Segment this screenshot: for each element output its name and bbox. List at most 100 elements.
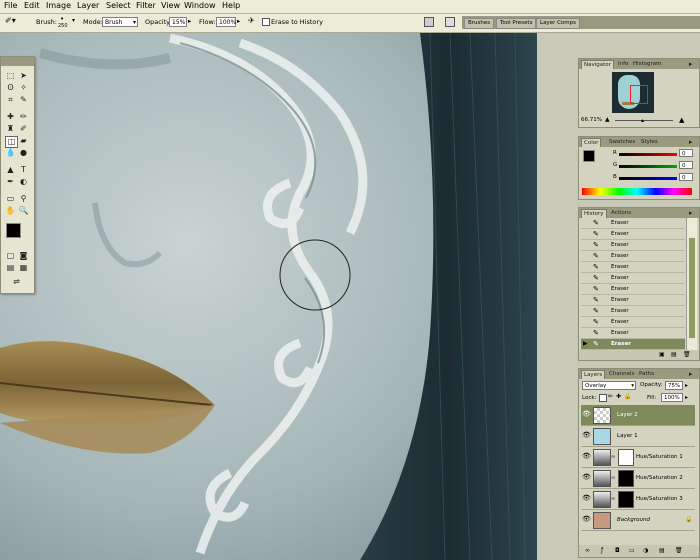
blur-tool-icon[interactable]: 💧 — [5, 148, 16, 158]
menu-layer[interactable]: Layer — [77, 1, 99, 10]
layer-row[interactable]: 👁 ∞ Hue/Saturation 3 — [581, 489, 695, 510]
jump-to-imageready-icon[interactable]: ⇌ — [11, 277, 22, 287]
tab-history[interactable]: History — [581, 209, 607, 218]
history-item[interactable]: ✎ Eraser — [581, 218, 685, 229]
blend-mode-select[interactable]: Overlay ▾ — [582, 381, 636, 390]
tab-navigator[interactable]: Navigator — [581, 60, 614, 69]
blue-value[interactable]: 0 — [679, 173, 693, 181]
layer-row[interactable]: 👁 ∞ Hue/Saturation 2 — [581, 468, 695, 489]
tab-actions[interactable]: Actions — [609, 209, 633, 217]
menu-view[interactable]: View — [161, 1, 180, 10]
menu-help[interactable]: Help — [222, 1, 240, 10]
fill-field[interactable]: 100% — [661, 393, 683, 402]
tab-color[interactable]: Color — [581, 138, 602, 147]
navigator-thumbnail[interactable] — [612, 72, 654, 113]
new-set-icon[interactable]: ▭ — [629, 545, 635, 557]
tab-styles[interactable]: Styles — [639, 138, 660, 146]
file-browser-icon[interactable] — [445, 17, 455, 27]
panel-menu-icon[interactable]: ▸ — [687, 209, 695, 217]
lock-brush-icon[interactable]: ✏ — [608, 393, 613, 400]
history-item[interactable]: ✎ Eraser — [581, 295, 685, 306]
history-item[interactable]: ✎ Eraser — [581, 240, 685, 251]
lock-transparency-icon[interactable] — [599, 394, 607, 402]
well-tab-tool-presets[interactable]: Tool Presets — [496, 18, 537, 29]
notes-tool-icon[interactable]: ▭ — [5, 194, 16, 204]
panel-menu-icon[interactable]: ▸ — [687, 370, 695, 378]
zoom-slider-thumb[interactable]: ▴ — [641, 117, 644, 124]
foreground-color-swatch[interactable] — [583, 150, 595, 162]
path-selection-icon[interactable]: ▲ — [5, 165, 16, 175]
history-item-current[interactable]: ▶ ✎ Eraser — [581, 339, 685, 350]
well-tab-layer-comps[interactable]: Layer Comps — [536, 18, 581, 29]
history-item[interactable]: ✎ Eraser — [581, 306, 685, 317]
new-document-icon[interactable]: ▤ — [671, 350, 677, 360]
menu-image[interactable]: Image — [46, 1, 71, 10]
history-item[interactable]: ✎ Eraser — [581, 262, 685, 273]
tab-layers[interactable]: Layers — [581, 370, 606, 379]
history-item[interactable]: ✎ Eraser — [581, 284, 685, 295]
new-snapshot-icon[interactable]: ▣ — [659, 350, 665, 360]
history-item[interactable]: ✎ Eraser — [581, 317, 685, 328]
dodge-tool-icon[interactable]: ● — [18, 148, 29, 158]
layer-opacity-field[interactable]: 75% — [665, 381, 683, 390]
history-item[interactable]: ✎ Eraser — [581, 229, 685, 240]
standard-mode-icon[interactable]: ▢ — [5, 251, 16, 261]
chevron-right-icon[interactable]: ▸ — [188, 17, 191, 25]
panel-menu-icon[interactable]: ▸ — [687, 60, 695, 68]
layer-row[interactable]: 👁 ∞ Hue/Saturation 1 — [581, 447, 695, 468]
chevron-down-icon[interactable]: ▾ — [72, 17, 75, 24]
move-tool-icon[interactable]: ➤ — [18, 71, 29, 81]
shape-tool-icon[interactable]: ◐ — [18, 177, 29, 187]
image-canvas[interactable] — [0, 33, 537, 560]
stamp-tool-icon[interactable]: ♜ — [5, 124, 16, 134]
flow-field[interactable]: 100% — [216, 17, 236, 27]
new-layer-icon[interactable]: ▤ — [659, 545, 665, 557]
color-ramp[interactable] — [582, 188, 692, 195]
eraser-tool-icon[interactable]: ✐▾ — [5, 16, 16, 25]
lock-all-icon[interactable]: 🔒 — [624, 393, 631, 400]
slice-tool-icon[interactable]: ✎ — [18, 95, 29, 105]
magic-wand-tool-icon[interactable]: ✧ — [18, 83, 29, 93]
layer-row[interactable]: 👁 Layer 1 — [581, 426, 695, 447]
quick-mask-icon[interactable]: ◙ — [18, 251, 29, 261]
erase-to-history-checkbox[interactable] — [262, 18, 270, 26]
hand-tool-icon[interactable]: ✋ — [5, 206, 16, 216]
layer-row-selected[interactable]: 👁 Layer 2 — [581, 405, 695, 426]
view-box[interactable] — [630, 85, 648, 104]
red-value[interactable]: 0 — [679, 149, 693, 157]
gradient-tool-icon[interactable]: ▰ — [18, 136, 29, 146]
opacity-field[interactable]: 15% — [169, 17, 187, 27]
zoom-tool-icon[interactable]: 🔍 — [18, 206, 29, 216]
history-scrollbar[interactable] — [686, 218, 697, 350]
lock-move-icon[interactable]: ✚ — [616, 393, 621, 400]
history-item[interactable]: ✎ Eraser — [581, 251, 685, 262]
tab-swatches[interactable]: Swatches — [607, 138, 637, 146]
zoom-out-icon[interactable]: ▲ — [605, 116, 610, 123]
blue-slider[interactable] — [619, 177, 677, 180]
link-layers-icon[interactable]: ∞ — [585, 545, 590, 557]
menu-edit[interactable]: Edit — [24, 1, 40, 10]
menu-filter[interactable]: Filter — [136, 1, 156, 10]
menu-select[interactable]: Select — [106, 1, 131, 10]
brush-tool-icon[interactable]: ✏ — [18, 112, 29, 122]
menu-file[interactable]: File — [4, 1, 17, 10]
add-mask-icon[interactable]: ◘ — [615, 545, 620, 557]
history-item[interactable]: ✎ Eraser — [581, 328, 685, 339]
trash-icon[interactable]: 🗑 — [683, 350, 691, 360]
menu-window[interactable]: Window — [184, 1, 216, 10]
tab-paths[interactable]: Paths — [637, 370, 656, 378]
brush-dot-icon[interactable]: • — [60, 15, 64, 23]
foreground-color-swatch[interactable] — [6, 223, 21, 238]
chevron-right-icon[interactable]: ▸ — [237, 17, 240, 25]
tab-channels[interactable]: Channels — [607, 370, 636, 378]
new-adjustment-icon[interactable]: ◑ — [643, 545, 648, 557]
crop-tool-icon[interactable]: ⌗ — [5, 95, 16, 105]
trash-icon[interactable]: 🗑 — [675, 545, 683, 557]
zoom-in-icon[interactable]: ▲ — [679, 116, 684, 124]
history-item[interactable]: ✎ Eraser — [581, 273, 685, 284]
chevron-right-icon[interactable]: ▸ — [685, 394, 688, 401]
pen-tool-icon[interactable]: ✒ — [5, 177, 16, 187]
screen-mode-icon[interactable]: ▤ — [5, 263, 16, 273]
zoom-level[interactable]: 66.71% — [581, 117, 602, 123]
airbrush-icon[interactable]: ✈ — [248, 16, 255, 25]
